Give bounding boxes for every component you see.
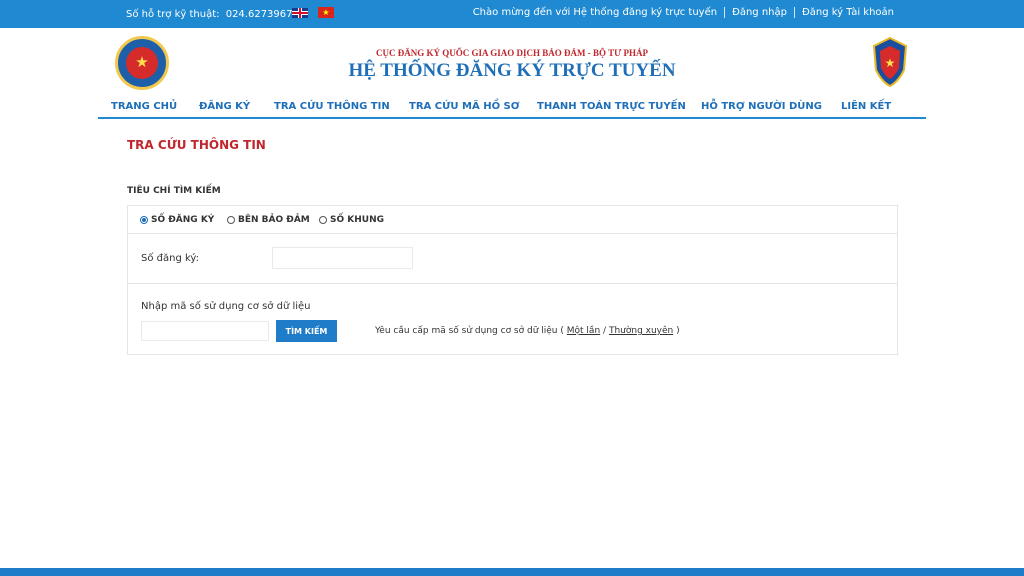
welcome-text: Chào mừng đến với Hệ thống đăng ký trực … xyxy=(472,7,718,18)
police-emblem-icon: ★ xyxy=(870,36,910,88)
nav-item-register[interactable]: ĐĂNG KÝ xyxy=(199,101,250,112)
nav-item-home[interactable]: TRANG CHỦ xyxy=(111,101,177,112)
registration-number-label: Số đăng ký: xyxy=(141,253,199,264)
radio-label: BÊN BẢO ĐẢM xyxy=(238,215,310,225)
support-number: 024.62739677 xyxy=(225,9,299,20)
request-text: Yêu cầu cấp mã số sử dụng cơ sở dữ liệu … xyxy=(375,326,564,336)
main-nav: TRANG CHỦ ĐĂNG KÝ TRA CỨU THÔNG TIN TRA … xyxy=(98,99,926,119)
radio-label: SỐ ĐĂNG KÝ xyxy=(151,215,215,225)
top-bar: Số hỗ trợ kỹ thuật: 024.62739677 ★ Chào … xyxy=(0,0,1024,28)
divider xyxy=(793,7,795,18)
radio-label: SỐ KHUNG xyxy=(330,215,384,225)
nav-item-user-support[interactable]: HỖ TRỢ NGƯỜI DÙNG xyxy=(701,101,822,112)
nav-item-lookup-file-code[interactable]: TRA CỨU MÃ HỒ SƠ xyxy=(409,101,520,112)
register-account-link[interactable]: Đăng ký Tài khoản xyxy=(802,7,894,18)
svg-text:★: ★ xyxy=(885,56,896,70)
db-code-label: Nhập mã số sử dụng cơ sở dữ liệu xyxy=(141,301,311,312)
radio-registration-number[interactable]: SỐ ĐĂNG KÝ xyxy=(140,215,214,225)
login-link[interactable]: Đăng nhập xyxy=(732,7,787,18)
registration-number-row: Số đăng ký: xyxy=(128,234,897,284)
one-time-link[interactable]: Một lần xyxy=(567,326,600,336)
close-paren: ) xyxy=(676,326,680,336)
radio-secured-party[interactable]: BÊN BẢO ĐẢM xyxy=(227,215,310,225)
nav-item-lookup-info[interactable]: TRA CỨU THÔNG TIN xyxy=(274,101,390,112)
search-criteria-heading: TIÊU CHÍ TÌM KIẾM xyxy=(127,186,221,196)
link-separator: / xyxy=(603,326,607,336)
user-links: Chào mừng đến với Hệ thống đăng ký trực … xyxy=(473,7,894,18)
db-code-request: Yêu cầu cấp mã số sử dụng cơ sở dữ liệu … xyxy=(375,326,680,336)
support-label: Số hỗ trợ kỹ thuật: xyxy=(126,9,220,20)
db-code-input[interactable] xyxy=(141,321,269,341)
registration-number-input[interactable] xyxy=(272,247,413,269)
uk-flag-icon[interactable] xyxy=(292,8,308,18)
db-code-row: Nhập mã số sử dụng cơ sở dữ liệu TÌM KIẾ… xyxy=(128,284,897,354)
support-hotline: Số hỗ trợ kỹ thuật: 024.62739677 xyxy=(126,9,299,20)
radio-checked-icon[interactable] xyxy=(140,216,148,224)
search-type-radio-group: SỐ ĐĂNG KÝ BÊN BẢO ĐẢM SỐ KHUNG xyxy=(128,206,897,234)
divider xyxy=(724,7,726,18)
regular-link[interactable]: Thường xuyên xyxy=(609,326,673,336)
nav-item-online-payment[interactable]: THANH TOÁN TRỰC TUYẾN xyxy=(537,101,686,112)
radio-unchecked-icon[interactable] xyxy=(319,216,327,224)
search-button[interactable]: TÌM KIẾM xyxy=(276,320,337,342)
page-title: TRA CỨU THÔNG TIN xyxy=(127,138,266,152)
footer-bar xyxy=(0,568,1024,576)
radio-unchecked-icon[interactable] xyxy=(227,216,235,224)
vietnam-flag-icon[interactable]: ★ xyxy=(318,7,334,18)
radio-chassis-number[interactable]: SỐ KHUNG xyxy=(319,215,384,225)
nav-item-links[interactable]: LIÊN KẾT xyxy=(841,101,891,112)
search-panel: SỐ ĐĂNG KÝ BÊN BẢO ĐẢM SỐ KHUNG Số đăng … xyxy=(127,205,898,355)
